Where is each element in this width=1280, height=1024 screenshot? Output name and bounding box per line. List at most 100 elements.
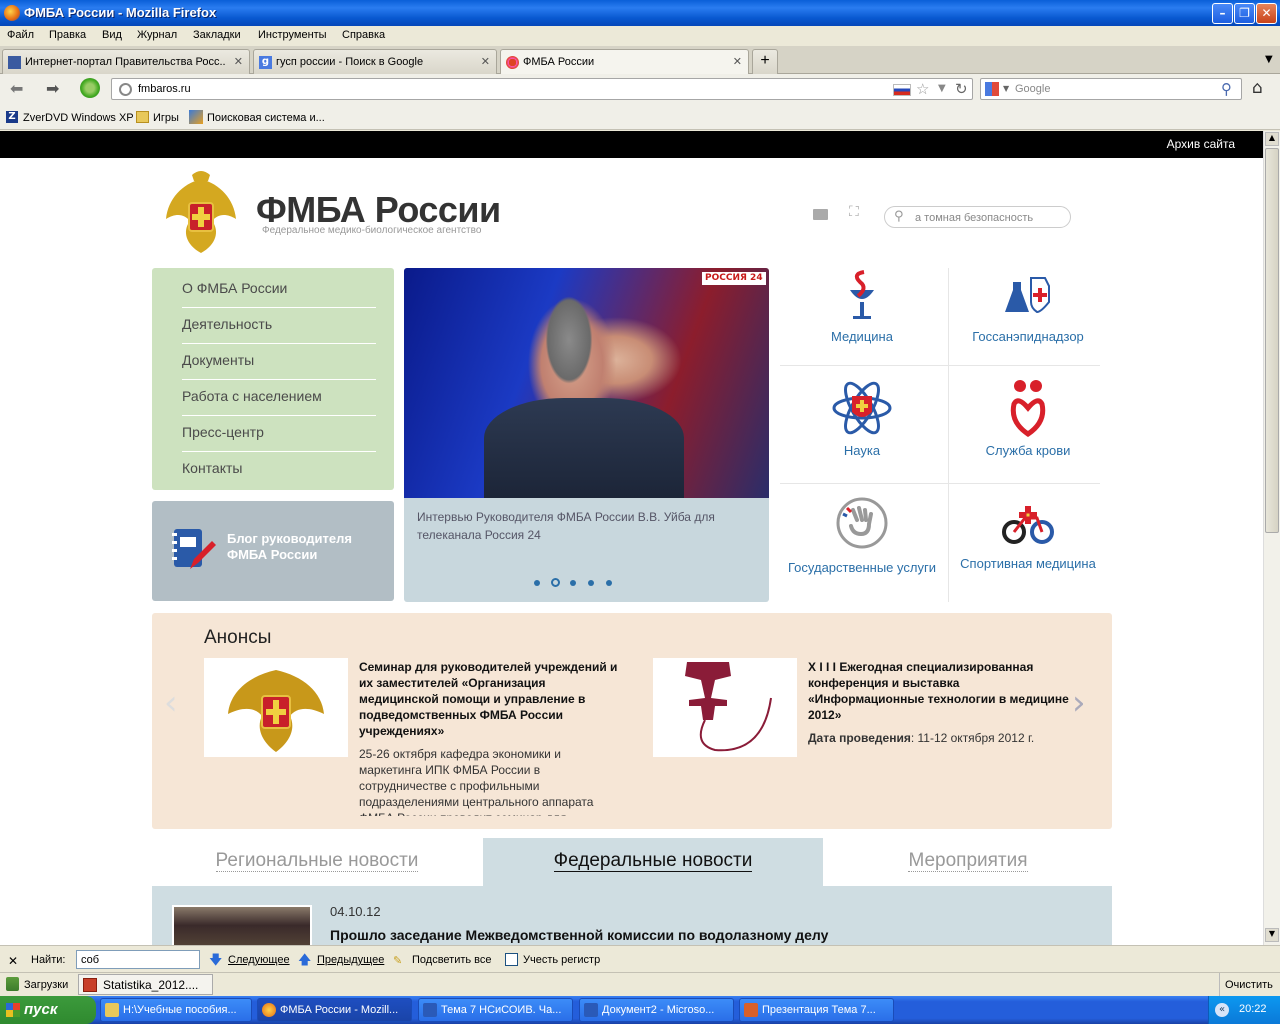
menu-help[interactable]: Справка bbox=[342, 29, 385, 41]
scroll-up-icon[interactable]: ▲ bbox=[1265, 132, 1279, 146]
forward-icon[interactable]: ➡ bbox=[46, 79, 59, 98]
mail-icon[interactable] bbox=[813, 209, 828, 220]
tile-blood-service[interactable]: Служба крови bbox=[948, 378, 1108, 478]
news-thumbnail[interactable] bbox=[172, 905, 312, 945]
head-blog-link[interactable]: Блог руководителя ФМБА России bbox=[152, 501, 394, 601]
find-prev-button[interactable]: Предыдущее bbox=[317, 954, 384, 966]
google-engine-icon[interactable] bbox=[985, 82, 999, 96]
url-dropdown-icon[interactable]: ▼ bbox=[938, 83, 946, 94]
close-tab-icon[interactable]: ✕ bbox=[481, 55, 490, 68]
find-next-button[interactable]: Следующее bbox=[228, 954, 290, 966]
home-icon[interactable]: ⌂ bbox=[1252, 78, 1263, 98]
start-button[interactable]: пуск bbox=[0, 996, 96, 1024]
close-find-icon[interactable]: ✕ bbox=[8, 954, 18, 968]
task-explorer[interactable]: H:\Учебные пособия... bbox=[100, 998, 252, 1022]
slider-dot[interactable] bbox=[534, 580, 540, 586]
tile-sanitary-supervision[interactable]: Госсанэпиднадзор bbox=[948, 268, 1108, 365]
page-scrollbar[interactable]: ▲ ▼ bbox=[1263, 131, 1280, 945]
task-label: H:\Учебные пособия... bbox=[123, 1004, 237, 1016]
nav-activity[interactable]: Деятельность bbox=[182, 308, 376, 344]
downloads-label[interactable]: Загрузки bbox=[24, 979, 68, 991]
tab-fmba[interactable]: ФМБА России ✕ bbox=[500, 49, 749, 75]
find-label: Найти: bbox=[31, 954, 66, 966]
fmba-emblem-logo[interactable] bbox=[162, 169, 240, 257]
tab-events[interactable]: Мероприятия bbox=[824, 838, 1112, 886]
nav-contacts[interactable]: Контакты bbox=[182, 452, 376, 488]
slider-dot[interactable] bbox=[606, 580, 612, 586]
site-search-input[interactable]: ⚲ а томная безопасность bbox=[884, 206, 1071, 228]
menu-edit[interactable]: Правка bbox=[49, 29, 86, 41]
new-tab-button[interactable]: + bbox=[752, 49, 778, 74]
tab-federal-news[interactable]: Федеральные новости bbox=[483, 838, 823, 886]
tile-science[interactable]: Наука bbox=[782, 378, 942, 478]
menu-history[interactable]: Журнал bbox=[137, 29, 177, 41]
site-identity-icon[interactable] bbox=[119, 83, 132, 96]
clear-downloads-button[interactable]: Очистить bbox=[1225, 979, 1273, 991]
search-icon: ⚲ bbox=[894, 209, 904, 224]
menu-view[interactable]: Вид bbox=[102, 29, 122, 41]
close-button[interactable]: ✕ bbox=[1256, 3, 1277, 24]
scroll-thumb[interactable] bbox=[1265, 148, 1279, 533]
slide-caption[interactable]: Интервью Руководителя ФМБА России В.В. У… bbox=[417, 508, 747, 544]
highlight-all-button[interactable]: Подсветить все bbox=[412, 954, 492, 966]
slider-dot[interactable] bbox=[570, 580, 576, 586]
task-firefox[interactable]: ФМБА России - Mozill... bbox=[257, 998, 412, 1022]
news-title[interactable]: Прошло заседание Межведомственной комисс… bbox=[330, 927, 828, 943]
minimize-button[interactable]: – bbox=[1212, 3, 1233, 24]
tray-expand-icon[interactable]: « bbox=[1215, 1003, 1229, 1017]
bookmark-games[interactable]: Игры bbox=[153, 112, 179, 124]
reload-addon-icon[interactable] bbox=[80, 78, 100, 98]
nav-about[interactable]: О ФМБА России bbox=[182, 272, 376, 308]
gov-site-icon bbox=[8, 56, 21, 69]
close-tab-icon[interactable]: ✕ bbox=[733, 55, 742, 68]
nav-documents[interactable]: Документы bbox=[182, 344, 376, 380]
search-engine-bar[interactable]: ▼ Google ⚲ bbox=[980, 78, 1242, 100]
news-slider[interactable]: РОССИЯ 24 Интервью Руководителя ФМБА Рос… bbox=[404, 268, 769, 602]
find-input[interactable]: соб bbox=[76, 950, 200, 969]
menu-file[interactable]: Файл bbox=[7, 29, 34, 41]
site-search-value: а томная безопасность bbox=[915, 212, 1034, 224]
menu-tools[interactable]: Инструменты bbox=[258, 29, 327, 41]
reload-icon[interactable]: ↻ bbox=[955, 80, 968, 98]
tab-google-search[interactable]: g гусп россии - Поиск в Google ✕ bbox=[253, 49, 497, 74]
url-bar[interactable]: fmbaros.ru ☆ ▼ ↻ bbox=[111, 78, 973, 100]
slider-dot[interactable] bbox=[588, 580, 594, 586]
tile-sports-medicine[interactable]: Спортивная медицина bbox=[948, 496, 1108, 602]
next-arrow-icon[interactable]: › bbox=[1072, 683, 1086, 723]
bookmark-zverdvd[interactable]: ZverDVD Windows XP bbox=[23, 112, 134, 124]
tile-public-services[interactable]: Государственные услуги bbox=[782, 496, 942, 602]
engine-dropdown-icon[interactable]: ▼ bbox=[1003, 84, 1009, 93]
task-powerpoint[interactable]: Презентация Тема 7... bbox=[739, 998, 894, 1022]
announcement-image-logo[interactable] bbox=[653, 658, 797, 757]
close-tab-icon[interactable]: ✕ bbox=[234, 55, 243, 68]
nav-press-center[interactable]: Пресс-центр bbox=[182, 416, 376, 452]
back-icon[interactable]: ⬅ bbox=[10, 79, 23, 98]
windows-taskbar: пуск H:\Учебные пособия... ФМБА России -… bbox=[0, 996, 1280, 1024]
bookmark-star-icon[interactable]: ☆ bbox=[916, 80, 929, 98]
task-word-2[interactable]: Документ2 - Microso... bbox=[579, 998, 734, 1022]
task-label: Тема 7 НСиСОИВ. Ча... bbox=[441, 1004, 562, 1016]
scroll-down-icon[interactable]: ▼ bbox=[1265, 928, 1279, 942]
announcements-heading: Анонсы bbox=[204, 627, 272, 648]
task-word-1[interactable]: Тема 7 НСиСОИВ. Ча... bbox=[418, 998, 573, 1022]
tab-regional-news[interactable]: Региональные новости bbox=[152, 838, 482, 886]
tab-gov-portal[interactable]: Интернет-портал Правительства Росс... ✕ bbox=[2, 49, 250, 74]
nav-public-work[interactable]: Работа с населением bbox=[182, 380, 376, 416]
tab-list-icon[interactable]: ▼ bbox=[1265, 54, 1273, 65]
announcement-image-emblem[interactable] bbox=[204, 658, 348, 757]
maximize-button[interactable]: ❐ bbox=[1234, 3, 1255, 24]
bookmark-search-system[interactable]: Поисковая система и... bbox=[207, 112, 325, 124]
archive-link[interactable]: Архив сайта bbox=[1167, 137, 1235, 151]
slider-dot-active[interactable] bbox=[551, 578, 560, 587]
search-icon[interactable]: ⚲ bbox=[1221, 80, 1232, 98]
announcement-title[interactable]: Семинар для руководителей учреждений и и… bbox=[359, 659, 619, 739]
announcement-title[interactable]: X I I I Ежегодная специализированная кон… bbox=[808, 659, 1073, 723]
prev-arrow-icon[interactable]: ‹ bbox=[164, 683, 178, 723]
sitemap-icon[interactable]: ⛶ bbox=[849, 204, 859, 220]
menu-bookmarks[interactable]: Закладки bbox=[193, 29, 241, 41]
slide-photo[interactable]: РОССИЯ 24 bbox=[404, 268, 769, 498]
main-nav-menu: О ФМБА России Деятельность Документы Раб… bbox=[152, 268, 394, 490]
match-case-checkbox[interactable] bbox=[505, 953, 518, 966]
tile-medicine[interactable]: Медицина bbox=[782, 268, 942, 365]
download-item[interactable]: Statistika_2012.... bbox=[78, 974, 213, 995]
